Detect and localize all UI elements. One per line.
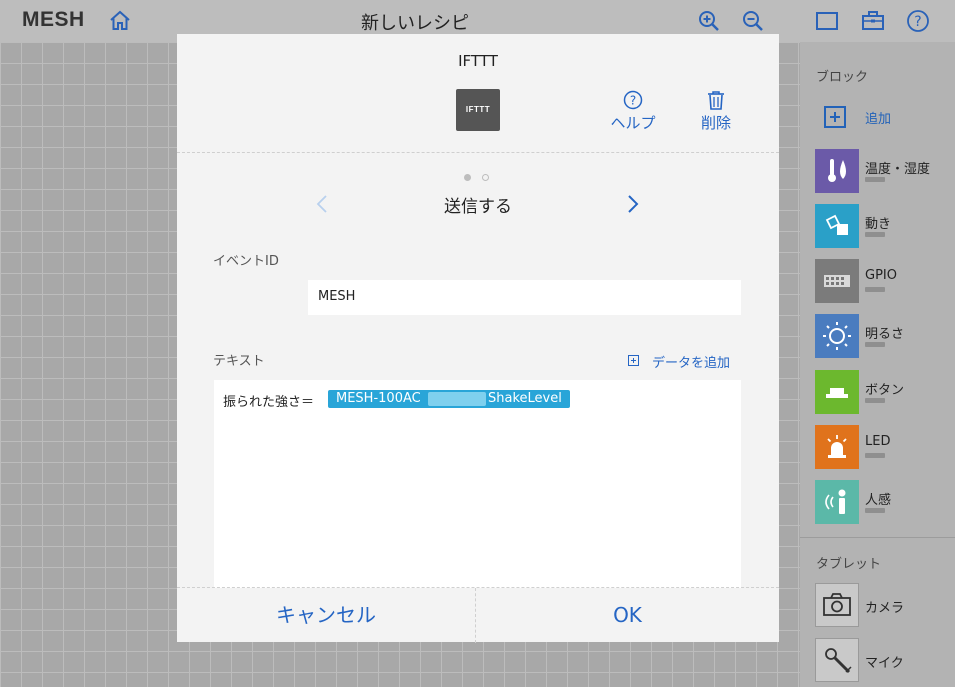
redacted-mask — [428, 392, 486, 406]
chip-field: ShakeLevel — [488, 391, 562, 406]
block-label: 温度・湿度 — [865, 162, 931, 177]
battery-indicator — [865, 342, 885, 347]
block-label: 人感 — [865, 493, 892, 508]
battery-indicator — [865, 508, 885, 513]
block-motion-sensor[interactable]: 人感 — [815, 480, 950, 524]
delete-label: 削除 — [700, 114, 731, 132]
blocks-section-title: ブロック — [816, 70, 869, 85]
block-brightness[interactable]: 明るさ — [815, 314, 950, 358]
button-icon — [815, 370, 859, 414]
block-label: 明るさ — [865, 327, 905, 342]
divider — [177, 152, 779, 153]
page-dot[interactable] — [482, 174, 489, 181]
block-sidebar: ブロック 追加 温度・湿度 動き GPIO 明るさ ボタン LED 人感 タブレ… — [800, 42, 955, 687]
add-data-button[interactable]: データを追加 — [628, 352, 743, 371]
tablet-label: カメラ — [865, 601, 905, 616]
battery-indicator — [865, 177, 885, 182]
text-prefix: 振られた強さ＝ — [223, 395, 315, 410]
chevron-left-icon[interactable] — [313, 192, 331, 216]
home-icon[interactable] — [108, 9, 132, 33]
recipe-title: 新しいレシピ — [361, 13, 469, 34]
motion-icon — [815, 204, 859, 248]
cancel-button[interactable]: キャンセル — [177, 588, 475, 643]
tablet-microphone[interactable]: マイク — [815, 638, 950, 682]
event-id-value: MESH — [318, 289, 356, 304]
data-chip[interactable]: MESH-100AC ShakeLevel — [328, 390, 570, 408]
block-temperature-humidity[interactable]: 温度・湿度 — [815, 149, 950, 193]
block-label: GPIO — [865, 268, 897, 283]
help-button[interactable]: ? ヘルプ — [605, 90, 661, 134]
ok-button[interactable]: OK — [476, 588, 779, 643]
help-circle-icon: ? — [623, 90, 643, 110]
block-label: ボタン — [865, 383, 905, 398]
camera-icon — [815, 583, 859, 627]
dialog-footer: キャンセル OK — [177, 587, 779, 643]
person-icon — [815, 480, 859, 524]
block-motion[interactable]: 動き — [815, 204, 950, 248]
add-data-label: データを追加 — [652, 356, 731, 371]
add-block-button[interactable]: 追加 — [816, 106, 946, 128]
svg-text:?: ? — [914, 14, 921, 30]
chevron-right-icon[interactable] — [624, 192, 642, 216]
tablet-label: マイク — [865, 656, 904, 671]
text-field[interactable]: 振られた強さ＝ MESH-100AC ShakeLevel — [214, 380, 741, 588]
plus-icon — [628, 355, 639, 366]
delete-button[interactable]: 削除 — [688, 90, 744, 134]
action-name: 送信する — [444, 197, 512, 217]
block-gpio[interactable]: GPIO — [815, 259, 950, 303]
ifttt-logo: IFTTT — [456, 89, 500, 131]
add-block-label: 追加 — [865, 112, 892, 127]
text-label: テキスト — [213, 354, 265, 369]
event-id-label: イベントID — [213, 254, 279, 269]
mesh-logo: MESH — [22, 8, 85, 31]
page-dot-active[interactable] — [464, 174, 471, 181]
zoom-in-icon[interactable] — [697, 9, 721, 33]
block-led[interactable]: LED — [815, 425, 950, 469]
block-label: LED — [865, 434, 891, 449]
brightness-icon — [815, 314, 859, 358]
sidebar-divider — [800, 537, 955, 538]
help-icon[interactable]: ? — [906, 9, 930, 33]
block-button[interactable]: ボタン — [815, 370, 950, 414]
block-label: 動き — [865, 217, 892, 232]
zoom-out-icon[interactable] — [741, 9, 765, 33]
tablet-camera[interactable]: カメラ — [815, 583, 950, 627]
ifttt-dialog: IFTTT IFTTT ? ヘルプ 削除 送信する イベントID MESH テキ… — [177, 34, 779, 643]
plus-icon — [824, 106, 846, 128]
battery-indicator — [865, 398, 885, 403]
svg-text:?: ? — [630, 94, 636, 108]
thermometer-icon — [815, 149, 859, 193]
toolbox-icon[interactable] — [861, 9, 885, 33]
led-icon — [815, 425, 859, 469]
gpio-icon — [815, 259, 859, 303]
trash-icon — [708, 91, 724, 110]
battery-indicator — [865, 287, 885, 292]
window-icon[interactable] — [815, 9, 839, 33]
chip-device: MESH-100AC — [336, 391, 421, 406]
microphone-icon — [815, 638, 859, 682]
battery-indicator — [865, 453, 885, 458]
dialog-title: IFTTT — [458, 52, 498, 70]
event-id-input[interactable]: MESH — [308, 280, 741, 315]
battery-indicator — [865, 232, 885, 237]
help-label: ヘルプ — [610, 114, 656, 132]
tablet-section-title: タブレット — [816, 557, 882, 572]
